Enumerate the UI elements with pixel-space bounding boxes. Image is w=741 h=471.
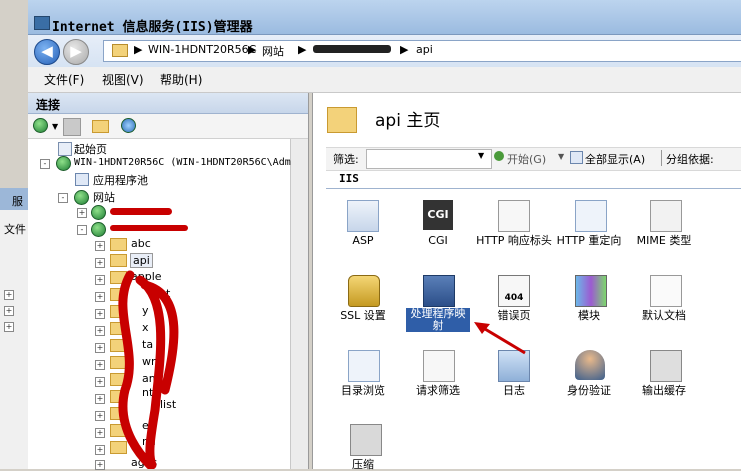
breadcrumb-api[interactable]: api xyxy=(416,43,433,56)
iis-section-header xyxy=(326,170,741,189)
back-button[interactable]: ◀ xyxy=(34,39,60,65)
connections-title: 连接 xyxy=(36,98,61,112)
tree-expander[interactable]: + xyxy=(77,208,87,218)
menu-help[interactable]: 帮助(H) xyxy=(160,71,202,88)
feature-logging[interactable]: 日志 xyxy=(474,385,554,397)
handler-mappings-icon[interactable] xyxy=(423,275,455,307)
compression-icon[interactable] xyxy=(350,424,382,456)
folder-icon xyxy=(110,238,127,251)
directory-browsing-icon[interactable] xyxy=(348,350,380,382)
ssl-settings-icon[interactable] xyxy=(348,275,380,307)
cgi-icon[interactable]: CGI xyxy=(423,200,453,230)
tree-scrollbar[interactable] xyxy=(290,139,308,469)
request-filtering-icon[interactable] xyxy=(423,350,455,382)
feature-http-response-headers[interactable]: HTTP 响应标头 xyxy=(474,235,554,247)
output-caching-icon[interactable] xyxy=(650,350,682,382)
tree-folder-selected[interactable]: api xyxy=(130,253,153,268)
server-icon xyxy=(56,156,71,171)
breadcrumb-server[interactable]: WIN-1HDNT20R56C xyxy=(148,43,256,56)
red-annotation-scribble xyxy=(118,270,179,469)
tree-folder[interactable]: abc xyxy=(131,237,151,250)
menu-file[interactable]: 文件(F) xyxy=(44,71,84,88)
filter-input[interactable] xyxy=(366,149,492,169)
modules-icon[interactable] xyxy=(575,275,607,307)
sites-icon xyxy=(74,190,89,205)
show-all-button[interactable]: 全部显示(A) xyxy=(585,151,645,167)
http-response-headers-icon[interactable] xyxy=(498,200,530,232)
menu-view[interactable]: 视图(V) xyxy=(102,71,144,88)
window-title: Internet 信息服务(IIS)管理器 xyxy=(52,20,253,35)
error-pages-icon[interactable]: 404 xyxy=(498,275,530,307)
forward-button[interactable]: ▶ xyxy=(63,39,89,65)
save-icon[interactable] xyxy=(63,118,81,136)
breadcrumb-separator: ▶ xyxy=(400,43,409,56)
folder-icon xyxy=(110,254,127,267)
start-page-icon xyxy=(58,142,72,156)
feature-authentication[interactable]: 身份验证 xyxy=(549,385,629,397)
feature-default-document[interactable]: 默认文档 xyxy=(624,310,704,322)
group-by-label: 分组依据: xyxy=(666,153,714,166)
tree-expander[interactable]: - xyxy=(58,193,68,203)
tree-app-pools[interactable]: 应用程序池 xyxy=(93,172,148,188)
mime-types-icon[interactable] xyxy=(650,200,682,232)
section-title: IIS xyxy=(339,172,359,185)
start-button[interactable]: 开始(G) xyxy=(507,151,546,167)
tree-expander[interactable]: + xyxy=(95,258,105,268)
authentication-icon[interactable] xyxy=(575,350,605,380)
filter-label: 筛选: xyxy=(333,153,359,166)
breadcrumb-separator: ▶ xyxy=(134,43,143,56)
disconnect-icon[interactable] xyxy=(121,118,136,133)
connect-globe-icon[interactable] xyxy=(33,118,48,133)
tree-expander[interactable]: - xyxy=(77,225,87,235)
toolbar-separator xyxy=(661,150,662,166)
feature-handler-mappings[interactable]: 处理程序映射 xyxy=(406,308,470,332)
background-window-menu[interactable]: 文件 xyxy=(4,221,26,237)
feature-ssl-settings[interactable]: SSL 设置 xyxy=(323,310,403,322)
up-folder-icon[interactable] xyxy=(92,120,109,133)
show-all-icon xyxy=(570,151,583,164)
feature-compression[interactable]: 压缩 xyxy=(323,459,403,471)
asp-icon[interactable] xyxy=(347,200,379,232)
feature-cgi[interactable]: CGI xyxy=(398,235,478,247)
redacted-site-name xyxy=(110,225,188,231)
filter-dropdown-icon[interactable]: ▼ xyxy=(478,151,484,160)
home-folder-icon xyxy=(327,107,357,133)
background-tree-expander[interactable]: + xyxy=(4,306,14,316)
feature-http-redirect[interactable]: HTTP 重定向 xyxy=(549,235,629,247)
breadcrumb-site-redacted[interactable] xyxy=(313,45,391,53)
red-arrow-annotation xyxy=(474,322,526,355)
background-window-title: 服 xyxy=(12,195,23,208)
breadcrumb-separator: ▶ xyxy=(298,43,307,56)
redacted-site-name xyxy=(110,208,172,215)
feature-modules[interactable]: 模块 xyxy=(549,310,629,322)
breadcrumb-separator: ▶ xyxy=(248,43,257,56)
iis-app-icon xyxy=(34,16,50,30)
start-dropdown-icon[interactable]: ▼ xyxy=(558,152,564,161)
background-tree-expander[interactable]: + xyxy=(4,290,14,300)
http-redirect-icon[interactable] xyxy=(575,200,607,232)
background-tree-expander[interactable]: + xyxy=(4,322,14,332)
feature-output-caching[interactable]: 输出缓存 xyxy=(624,385,704,397)
tree-server[interactable]: WIN-1HDNT20R56C (WIN-1HDNT20R56C\Adm xyxy=(74,157,291,168)
connections-header xyxy=(28,93,308,114)
app-pool-icon xyxy=(75,173,89,186)
tree-sites[interactable]: 网站 xyxy=(93,189,115,205)
forward-arrow-icon: ▶ xyxy=(70,42,82,60)
dropdown-arrow-icon[interactable]: ▼ xyxy=(52,122,58,131)
tree-start-page[interactable]: 起始页 xyxy=(74,141,107,157)
tree-expander[interactable]: - xyxy=(40,159,50,169)
feature-directory-browsing[interactable]: 目录浏览 xyxy=(323,385,403,397)
breadcrumb-sites[interactable]: 网站 xyxy=(262,43,284,59)
site-globe-icon xyxy=(91,205,106,220)
feature-request-filtering[interactable]: 请求筛选 xyxy=(398,385,478,397)
site-globe-icon xyxy=(91,222,106,237)
back-arrow-icon: ◀ xyxy=(41,42,53,60)
feature-mime-types[interactable]: MIME 类型 xyxy=(624,235,704,247)
page-title: api 主页 xyxy=(375,111,441,131)
feature-asp[interactable]: ASP xyxy=(323,235,403,247)
tree-expander[interactable]: + xyxy=(95,241,105,251)
folder-icon xyxy=(112,44,128,57)
default-document-icon[interactable] xyxy=(650,275,682,307)
go-icon xyxy=(494,151,504,161)
